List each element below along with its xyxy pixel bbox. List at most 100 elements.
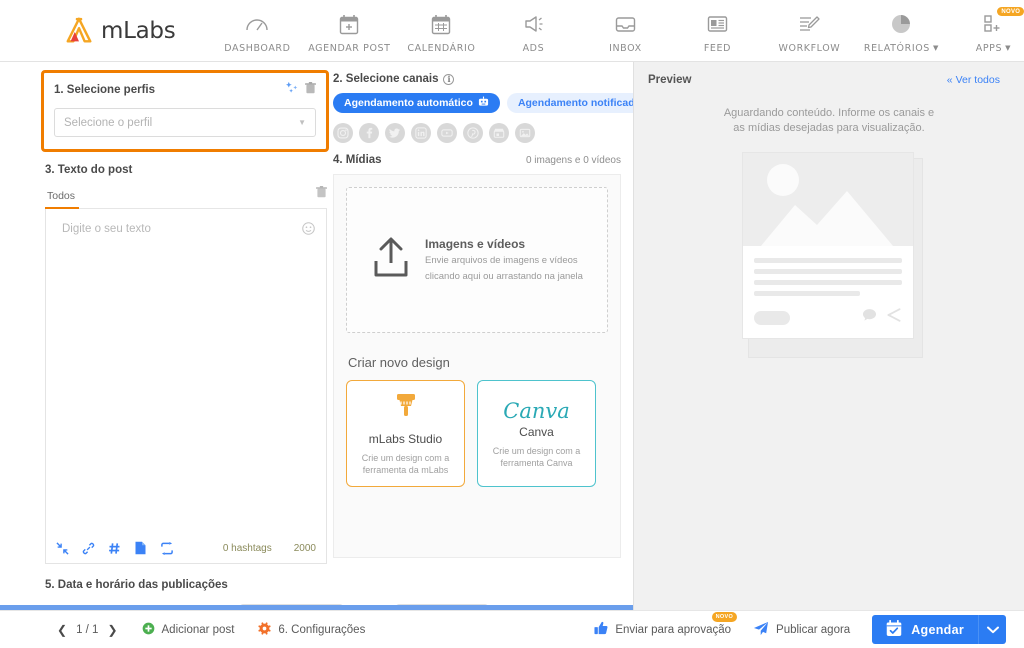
plus-circle-green-icon — [142, 622, 155, 638]
nav-item-feed[interactable]: FEED — [671, 7, 763, 54]
nav-label: WORKFLOW — [778, 43, 841, 54]
repost-icon[interactable] — [160, 541, 174, 555]
nav-item-calendario[interactable]: CALENDÁRIO — [395, 7, 487, 54]
preview-pane: Preview « Ver todos Aguardando conteúdo.… — [633, 62, 1024, 610]
linkedin-icon[interactable] — [411, 123, 431, 143]
skeleton-front-card — [741, 152, 914, 339]
nav-item-agendar-post[interactable]: AGENDAR POST — [303, 7, 395, 54]
char-count: 2000 — [293, 542, 316, 554]
bottom-action-bar: ❮ 1 / 1 ❯ Adicionar post 6. Configuraçõe… — [0, 610, 1024, 648]
chevron-left-icon[interactable]: ❮ — [57, 623, 67, 637]
nav-label: DASHBOARD — [224, 43, 291, 54]
right-column: 2. Selecione canais i Agendamento automá… — [333, 62, 633, 564]
preview-skeleton — [741, 152, 923, 358]
youtube-icon[interactable] — [437, 123, 457, 143]
skeleton-body — [742, 246, 913, 338]
pill-label: Agendamento notificado — [517, 97, 633, 109]
profile-select[interactable]: Selecione o perfil ▼ — [54, 108, 316, 137]
post-text-editor[interactable]: Digite o seu texto 0 hashtags 2000 — [45, 209, 327, 564]
design-card-mlabs-studio[interactable]: mLabs Studio Crie um design com a ferrame… — [346, 380, 465, 487]
twitter-icon[interactable] — [385, 123, 405, 143]
instagram-icon[interactable] — [333, 123, 353, 143]
design-card-desc: Crie um design com a ferramenta Canva — [492, 445, 581, 468]
main-area: 1. Selecione perfis Selecione o perfil ▼… — [0, 62, 1024, 610]
pill-agendamento-notificado[interactable]: Agendamento notificado — [506, 93, 633, 113]
see-all-link[interactable]: « Ver todos — [947, 74, 1000, 86]
nav-label: FEED — [703, 43, 731, 54]
comment-icon — [862, 308, 877, 327]
section-2-title: 2. Selecione canais i — [333, 73, 633, 85]
pill-agendamento-automatico[interactable]: Agendamento automático — [333, 93, 500, 113]
document-icon[interactable] — [134, 541, 147, 555]
magic-wand-icon[interactable] — [286, 81, 299, 99]
post-text-placeholder: Digite o seu texto — [62, 223, 151, 235]
upload-icon — [371, 237, 411, 284]
paintbrush-icon — [393, 392, 419, 425]
brand-logo-group[interactable]: mLabs — [64, 16, 176, 46]
nav-item-workflow[interactable]: WORKFLOW — [763, 7, 855, 54]
trash-icon[interactable] — [305, 81, 316, 99]
novo-badge: NOVO — [997, 7, 1024, 16]
skeleton-button — [753, 310, 790, 325]
preview-skeleton-wrap — [634, 152, 1024, 358]
section-select-profiles: 1. Selecione perfis Selecione o perfil ▼ — [41, 70, 329, 152]
emoji-icon[interactable] — [302, 222, 315, 238]
settings-button[interactable]: 6. Configurações — [258, 621, 365, 638]
dropzone-line2: clicando aqui ou arrastando na janela — [425, 271, 583, 282]
nav-label: CALENDÁRIO — [407, 43, 476, 54]
add-post-button[interactable]: Adicionar post — [142, 622, 234, 638]
dropzone-line1: Envie arquivos de imagens e vídeos — [425, 255, 578, 266]
publish-now-button[interactable]: Publicar agora — [753, 621, 850, 639]
chevron-down-icon: ▼ — [1005, 44, 1012, 52]
send-approval-button[interactable]: NOVO Enviar para aprovação — [594, 612, 738, 638]
section-1-title: 1. Selecione perfis — [54, 84, 155, 96]
chevron-down-icon: ▼ — [298, 118, 306, 127]
google-business-icon[interactable] — [489, 123, 509, 143]
bottom-right-group: NOVO Enviar para aprovação Publicar agor… — [594, 612, 1024, 644]
nav-item-inbox[interactable]: INBOX — [579, 7, 671, 54]
dropzone-text: Imagens e vídeos Envie arquivos de image… — [425, 237, 583, 283]
schedule-dropdown-toggle[interactable] — [978, 615, 1006, 644]
nav-label: RELATÓRIOS ▼ — [863, 43, 939, 54]
tab-todos[interactable]: Todos — [45, 190, 80, 209]
section-4-header: 4. Mídias 0 imagens e 0 vídeos — [333, 154, 633, 166]
pinterest-icon[interactable] — [463, 123, 483, 143]
design-cards: mLabs Studio Crie um design com a ferrame… — [346, 380, 608, 487]
brand-name: mLabs — [101, 17, 176, 44]
hashtag-icon[interactable] — [108, 542, 121, 555]
channel-icon-list — [333, 123, 633, 143]
nav-item-ads[interactable]: ADS — [487, 7, 579, 54]
gallery-icon[interactable] — [515, 123, 535, 143]
section-media: 4. Mídias 0 imagens e 0 vídeos Imagens e… — [333, 154, 633, 558]
nav-item-dashboard[interactable]: DASHBOARD — [211, 7, 303, 54]
clear-text-trash-icon[interactable] — [316, 185, 327, 203]
nav-item-relatorios[interactable]: RELATÓRIOS ▼ — [855, 7, 947, 54]
link-icon[interactable] — [82, 542, 95, 555]
section-3-title: 3. Texto do post — [45, 164, 133, 176]
design-card-name: mLabs Studio — [368, 431, 443, 446]
calendar-check-icon — [886, 619, 902, 640]
pager-label: 1 / 1 — [76, 623, 99, 636]
chevron-right-icon[interactable]: ❯ — [107, 623, 117, 637]
thumbs-up-icon — [594, 621, 608, 638]
gear-orange-icon — [258, 621, 271, 638]
media-dropzone[interactable]: Imagens e vídeos Envie arquivos de image… — [346, 187, 608, 333]
skeleton-footer — [753, 308, 902, 327]
novo-badge: NOVO — [711, 612, 738, 622]
design-card-canva[interactable]: Canva Canva Crie um design com a ferramen… — [477, 380, 596, 487]
chevron-double-left-icon: « — [946, 74, 953, 86]
schedule-button-group: Agendar — [872, 615, 1006, 644]
schedule-button[interactable]: Agendar — [872, 615, 978, 644]
shrink-icon[interactable] — [56, 541, 69, 555]
facebook-icon[interactable] — [359, 123, 379, 143]
top-navigation: mLabs DASHBOARD AGENDAR POST CALENDÁRIO — [0, 0, 1024, 62]
profile-select-placeholder: Selecione o perfil — [64, 116, 153, 129]
bottom-left-group: ❮ 1 / 1 ❯ Adicionar post 6. Configuraçõe… — [0, 621, 365, 638]
preview-title: Preview — [648, 74, 692, 86]
robot-icon — [478, 96, 489, 110]
nav-item-apps[interactable]: NOVO APPS ▼ — [947, 7, 1024, 54]
section-5-title: 5. Data e horário das publicações — [45, 579, 228, 591]
info-icon[interactable]: i — [443, 73, 455, 85]
left-column: 1. Selecione perfis Selecione o perfil ▼… — [0, 62, 333, 564]
nav-label: INBOX — [609, 43, 642, 54]
